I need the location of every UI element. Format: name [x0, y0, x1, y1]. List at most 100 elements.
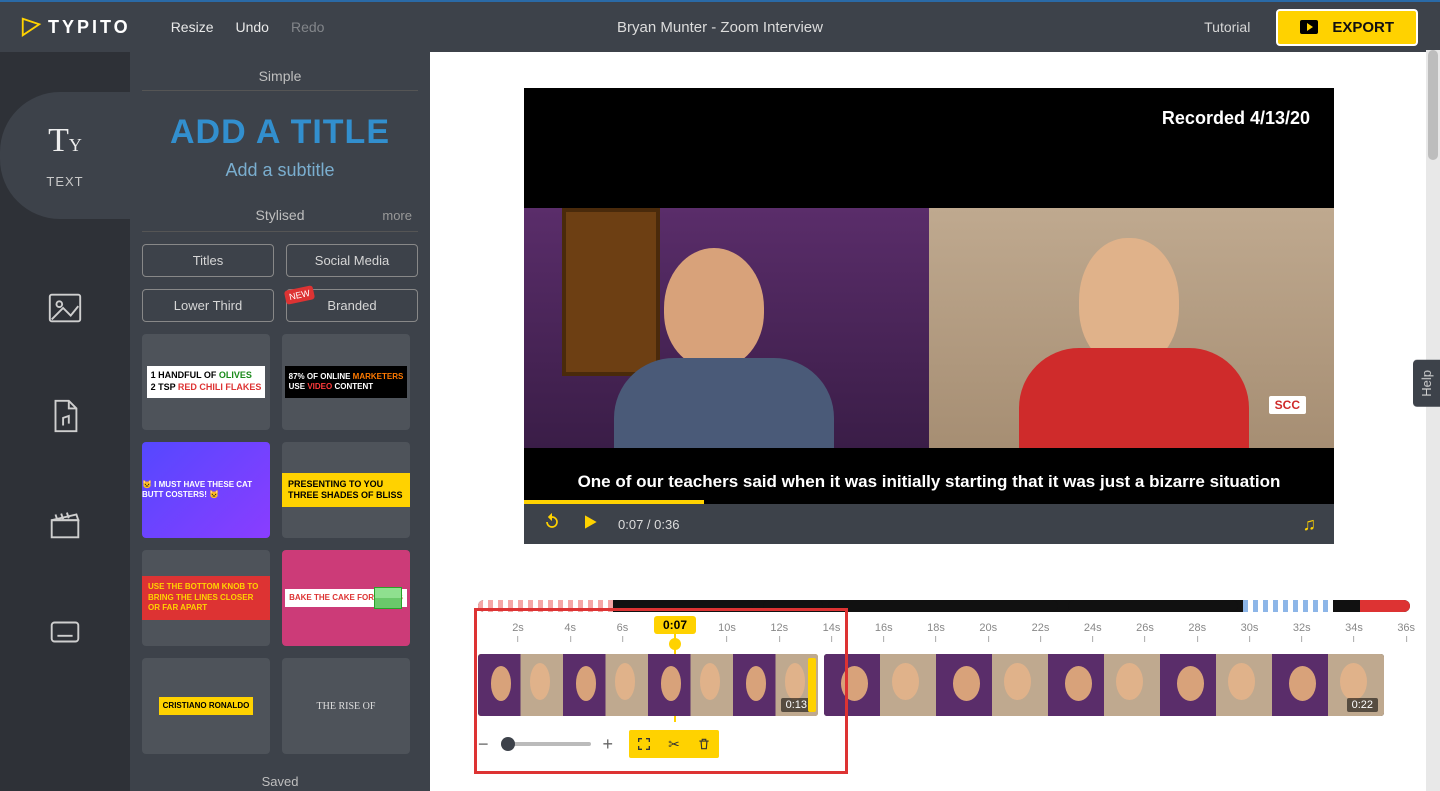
- rail-image[interactable]: [46, 289, 84, 327]
- timeline-tools: − + ✂: [478, 730, 719, 758]
- scc-logo: SCC: [1269, 396, 1306, 414]
- video-frame: SCC: [524, 208, 1334, 448]
- clip[interactable]: 0:22: [824, 654, 1384, 716]
- player-controls: 0:07 / 0:36 ♫: [524, 504, 1334, 544]
- zoom-out-button[interactable]: −: [478, 734, 489, 755]
- tick: 6s: [617, 622, 629, 642]
- playhead-handle[interactable]: [669, 638, 681, 650]
- tutorial-link[interactable]: Tutorial: [1204, 19, 1250, 35]
- participant-right: SCC: [929, 208, 1334, 448]
- window-scrollbar[interactable]: [1426, 50, 1440, 791]
- template-card[interactable]: PRESENTING TO YOU THREE SHADES OF BLISS: [282, 442, 410, 538]
- export-label: EXPORT: [1332, 19, 1394, 36]
- export-button[interactable]: EXPORT: [1276, 9, 1418, 46]
- clip-duration: 0:13: [781, 698, 812, 712]
- split-button[interactable]: ✂: [659, 730, 689, 758]
- template-card[interactable]: BAKE THE CAKE FOR 2 MINS: [282, 550, 410, 646]
- section-simple: Simple: [142, 62, 418, 91]
- template-grid: 1 HANDFUL OF OLIVES2 TSP RED CHILI FLAKE…: [142, 334, 418, 754]
- participant-left: [524, 208, 929, 448]
- tick: 34s: [1345, 622, 1363, 642]
- audio-file-icon: [46, 397, 84, 435]
- tick: 26s: [1136, 622, 1154, 642]
- rail-text[interactable]: TY TEXT: [0, 92, 130, 219]
- canvas-area: Recorded 4/13/20 SCC One of our teachers…: [430, 52, 1440, 791]
- fit-button[interactable]: [629, 730, 659, 758]
- clip-action-bar: ✂: [629, 730, 719, 758]
- top-actions: Resize Undo Redo: [171, 19, 325, 35]
- tick: 28s: [1188, 622, 1206, 642]
- timeline: 2s4s6s8s10s12s14s16s18s20s22s24s26s28s30…: [478, 622, 1410, 782]
- recorded-overlay: Recorded 4/13/20: [1162, 108, 1310, 129]
- chip-lower-third[interactable]: Lower Third: [142, 289, 274, 322]
- text-icon: TY: [48, 122, 82, 160]
- playhead-time: 0:07: [654, 616, 696, 634]
- text-panel: Simple ADD A TITLE Add a subtitle Stylis…: [130, 52, 430, 791]
- rail-video[interactable]: [46, 505, 84, 543]
- chip-branded[interactable]: NEW Branded: [286, 289, 418, 322]
- caption-icon: [46, 613, 84, 651]
- zoom-knob[interactable]: [501, 737, 515, 751]
- resize-button[interactable]: Resize: [171, 19, 214, 35]
- more-link[interactable]: more: [382, 208, 412, 223]
- tick: 16s: [875, 622, 893, 642]
- clip-selected[interactable]: 0:13: [478, 654, 818, 716]
- help-tab[interactable]: Help: [1413, 360, 1440, 407]
- section-stylised: Stylised more: [142, 199, 418, 232]
- tick: 18s: [927, 622, 945, 642]
- template-card[interactable]: CRISTIANO RONALDO: [142, 658, 270, 754]
- new-badge: NEW: [284, 285, 315, 305]
- tick: 32s: [1293, 622, 1311, 642]
- saved-status: Saved: [130, 770, 430, 791]
- play-button[interactable]: [580, 512, 600, 537]
- brand-text: TYPITO: [48, 17, 131, 38]
- clapper-icon: [46, 505, 84, 543]
- chip-titles[interactable]: Titles: [142, 244, 274, 277]
- tick: 24s: [1084, 622, 1102, 642]
- template-card[interactable]: 87% OF ONLINE MARKETERS USE VIDEO CONTEN…: [282, 334, 410, 430]
- rail-text-label: TEXT: [46, 174, 83, 189]
- tick: 30s: [1241, 622, 1259, 642]
- tick: 36s: [1397, 622, 1415, 642]
- restart-button[interactable]: [542, 512, 562, 537]
- chip-branded-label: Branded: [327, 298, 376, 313]
- zoom-slider[interactable]: [501, 742, 591, 746]
- template-card[interactable]: THE RISE OF: [282, 658, 410, 754]
- tick: 10s: [718, 622, 736, 642]
- time-ruler[interactable]: 2s4s6s8s10s12s14s16s18s20s22s24s26s28s30…: [478, 622, 1410, 650]
- zoom-in-button[interactable]: +: [603, 734, 614, 755]
- rail-captions[interactable]: [46, 613, 84, 651]
- tick: 22s: [1032, 622, 1050, 642]
- left-rail: TY TEXT: [0, 52, 130, 791]
- timeline-area: 2s4s6s8s10s12s14s16s18s20s22s24s26s28s30…: [478, 600, 1410, 782]
- music-button[interactable]: ♫: [1303, 514, 1317, 535]
- image-icon: [46, 289, 84, 327]
- tick: 2s: [512, 622, 524, 642]
- logo-icon: [20, 16, 42, 38]
- top-bar: TYPITO Resize Undo Redo Bryan Munter - Z…: [0, 0, 1440, 52]
- add-subtitle-template[interactable]: Add a subtitle: [142, 160, 418, 181]
- time-display: 0:07 / 0:36: [618, 517, 679, 532]
- redo-button[interactable]: Redo: [291, 19, 324, 35]
- tick: 20s: [979, 622, 997, 642]
- template-card[interactable]: 1 HANDFUL OF OLIVES2 TSP RED CHILI FLAKE…: [142, 334, 270, 430]
- video-preview[interactable]: Recorded 4/13/20 SCC One of our teachers…: [524, 88, 1334, 544]
- stylised-label: Stylised: [255, 207, 304, 223]
- undo-button[interactable]: Undo: [235, 19, 268, 35]
- template-card[interactable]: 😺 I MUST HAVE THESE CAT BUTT COSTERS! 😺: [142, 442, 270, 538]
- rail-audio[interactable]: [46, 397, 84, 435]
- tick: 12s: [770, 622, 788, 642]
- brand-logo[interactable]: TYPITO: [20, 16, 131, 38]
- tick: 4s: [564, 622, 576, 642]
- template-card[interactable]: USE THE BOTTOM KNOB TO BRING THE LINES C…: [142, 550, 270, 646]
- project-title[interactable]: Bryan Munter - Zoom Interview: [617, 19, 823, 36]
- add-title-template[interactable]: ADD A TITLE: [142, 113, 418, 152]
- delete-button[interactable]: [689, 730, 719, 758]
- progress-bar[interactable]: [524, 500, 704, 504]
- export-play-icon: [1300, 20, 1318, 34]
- tick: 14s: [823, 622, 841, 642]
- scroll-thumb[interactable]: [1428, 50, 1438, 160]
- clip-duration: 0:22: [1347, 698, 1378, 712]
- chip-social-media[interactable]: Social Media: [286, 244, 418, 277]
- caption-track[interactable]: [478, 600, 1410, 612]
